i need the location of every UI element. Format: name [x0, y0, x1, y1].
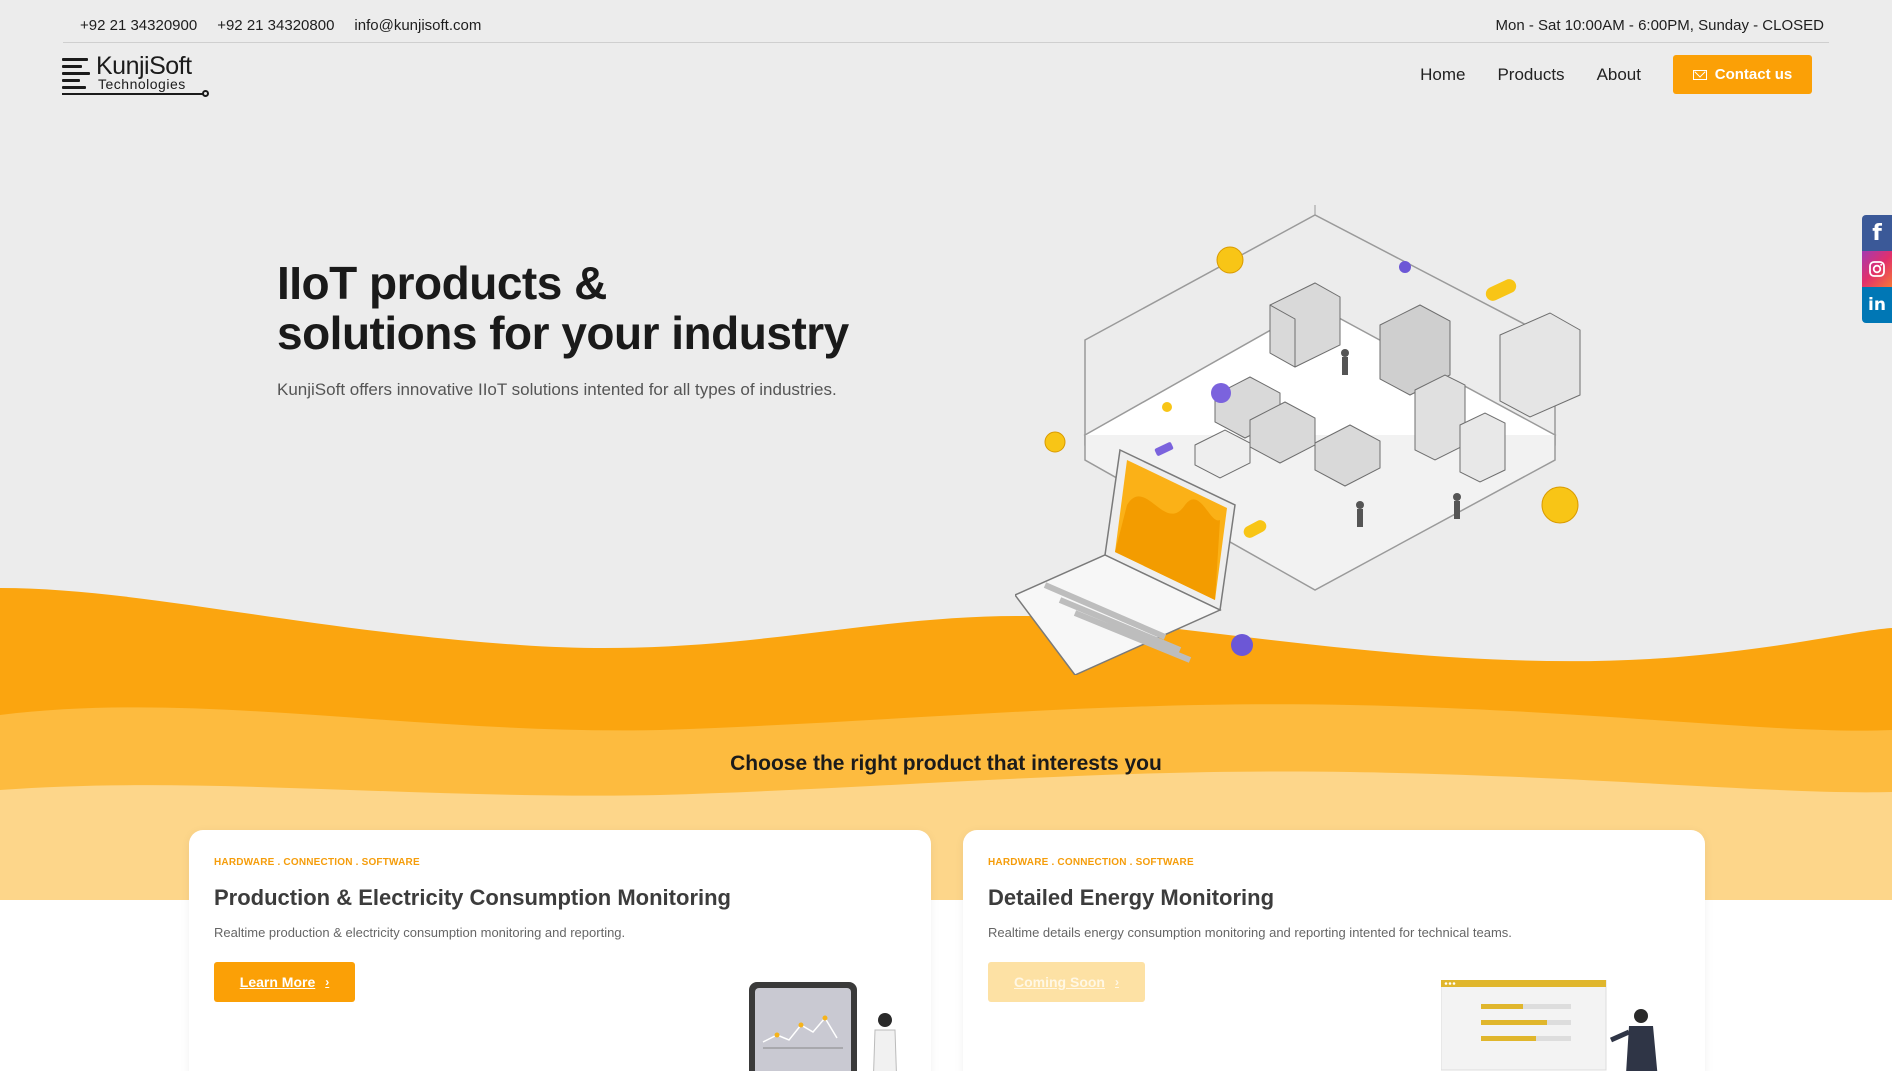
card-tags: HARDWARE . CONNECTION . SOFTWARE: [988, 857, 1194, 868]
report-board-illustration: [1441, 980, 1658, 1071]
hero-title: IIoT products & solutions for your indus…: [277, 258, 849, 358]
card-description: Realtime production & electricity consum…: [214, 925, 626, 940]
chevron-right-icon: ›: [325, 975, 330, 989]
nav-home[interactable]: Home: [1420, 65, 1465, 85]
envelope-icon: [1692, 69, 1707, 80]
product-card-production: HARDWARE . CONNECTION . SOFTWARE Product…: [189, 830, 931, 1071]
nav-about[interactable]: About: [1597, 65, 1641, 85]
logo-dot: [202, 90, 209, 97]
hero-title-line1: IIoT products &: [277, 257, 607, 309]
phone-link-1[interactable]: +92 21 34320900: [80, 17, 197, 34]
logo[interactable]: KunjiSoft Technologies: [62, 52, 212, 98]
contact-button-label: Contact us: [1714, 66, 1793, 83]
hero-title-line2: solutions for your industry: [277, 307, 849, 359]
phone-link-2[interactable]: +92 21 34320800: [217, 17, 334, 34]
product-card-energy: HARDWARE . CONNECTION . SOFTWARE Detaile…: [963, 830, 1705, 1071]
social-sidebar: f in: [1862, 215, 1892, 323]
main-nav: Home Products About Contact us: [1420, 55, 1812, 94]
coming-soon-button[interactable]: Coming Soon ›: [988, 962, 1145, 1002]
nav-products[interactable]: Products: [1497, 65, 1564, 85]
contact-info: +92 21 34320900 +92 21 34320800 info@kun…: [80, 17, 481, 34]
learn-more-button[interactable]: Learn More ›: [214, 962, 355, 1002]
logo-underline: [62, 93, 204, 95]
coming-soon-label: Coming Soon: [1014, 974, 1105, 990]
card-description: Realtime details energy consumption moni…: [988, 925, 1512, 940]
factory-illustration: [1015, 205, 1581, 675]
learn-more-label: Learn More: [239, 974, 316, 990]
card-tags: HARDWARE . CONNECTION . SOFTWARE: [214, 857, 420, 868]
top-divider: [63, 42, 1829, 43]
facebook-icon[interactable]: f: [1862, 215, 1892, 251]
card-title: Production & Electricity Consumption Mon…: [214, 885, 731, 910]
logo-subtitle: Technologies: [98, 76, 186, 92]
instagram-icon[interactable]: [1862, 251, 1892, 287]
business-hours: Mon - Sat 10:00AM - 6:00PM, Sunday - CLO…: [1495, 17, 1824, 34]
tablet-chart-illustration: [749, 982, 897, 1071]
hero-subtitle: KunjiSoft offers innovative IIoT solutio…: [277, 380, 837, 399]
section-title: Choose the right product that interests …: [730, 752, 1162, 775]
top-bar: +92 21 34320900 +92 21 34320800 info@kun…: [0, 0, 1892, 44]
chevron-right-icon: ›: [1115, 975, 1119, 989]
linkedin-icon[interactable]: in: [1862, 287, 1892, 323]
email-link[interactable]: info@kunjisoft.com: [354, 17, 481, 34]
card-title: Detailed Energy Monitoring: [988, 885, 1275, 910]
contact-button[interactable]: Contact us: [1673, 55, 1812, 94]
circuit-logo-icon: [62, 56, 92, 90]
